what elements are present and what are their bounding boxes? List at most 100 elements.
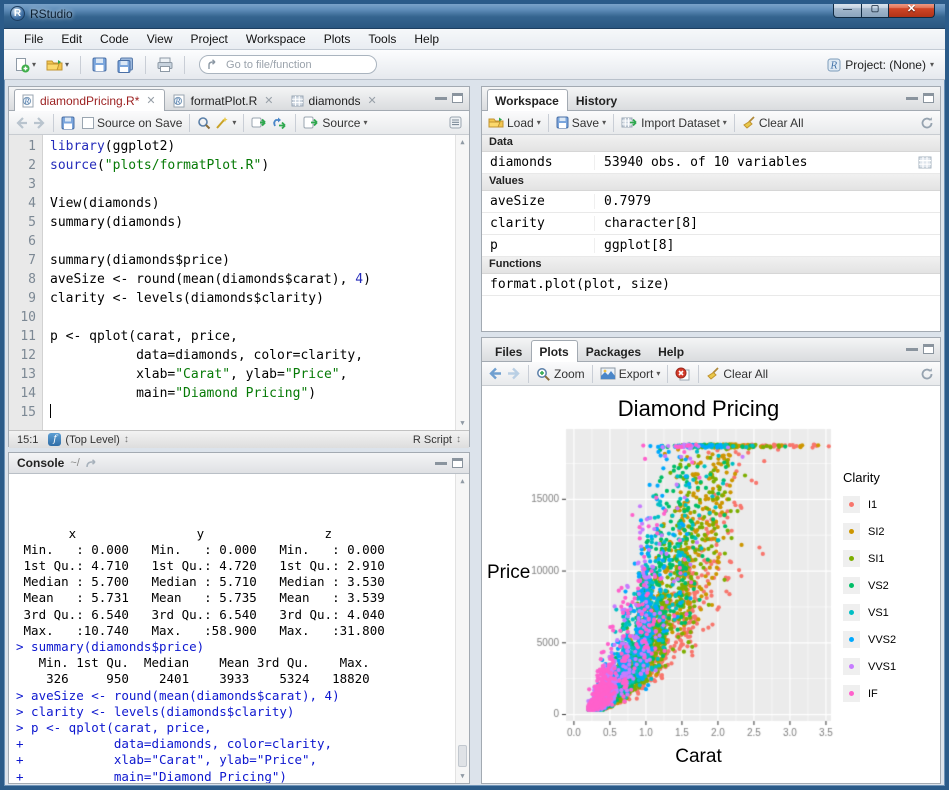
legend-label: IF [868, 688, 878, 700]
scroll-up-icon[interactable]: ▲ [456, 136, 469, 148]
workspace-object-format-plot[interactable]: format.plot(plot, size) [482, 274, 940, 296]
filetype-selector[interactable]: R Script ↕ [413, 434, 461, 446]
title-bar[interactable]: R RStudio — ▢ ✕ [0, 0, 949, 29]
remove-plot-icon[interactable] [675, 367, 691, 381]
import-dataset-button[interactable]: Import Dataset [641, 116, 720, 130]
chevron-down-icon: ▾ [930, 60, 934, 69]
code-line: p <- qplot(carat, price, [50, 327, 469, 346]
export-button[interactable]: Export [619, 367, 654, 381]
minimize-button[interactable]: — [833, 0, 862, 18]
clear-all-button[interactable]: Clear All [759, 116, 804, 130]
tab-formatplot[interactable]: R formatPlot.R ✕ [165, 89, 283, 111]
back-icon[interactable] [15, 117, 29, 129]
menu-item-project[interactable]: Project [182, 30, 237, 48]
pane-minimize-icon[interactable] [906, 347, 918, 351]
editor-scrollbar[interactable]: ▲ ▼ [455, 135, 469, 430]
open-in-window-icon[interactable] [86, 458, 99, 468]
scrollbar-thumb[interactable] [458, 745, 467, 767]
tab-plots[interactable]: Plots [531, 340, 577, 362]
next-plot-icon[interactable] [506, 367, 521, 380]
source-on-save-checkbox[interactable] [82, 117, 94, 129]
line-number-gutter: 123456789101112131415 [9, 135, 43, 430]
save-icon [92, 57, 107, 72]
close-button[interactable]: ✕ [889, 0, 935, 18]
pane-minimize-icon[interactable] [435, 461, 447, 465]
goto-file-search[interactable] [199, 55, 377, 74]
close-icon[interactable]: ✕ [368, 94, 377, 107]
open-file-button[interactable]: ▾ [43, 56, 72, 74]
print-button[interactable] [154, 55, 176, 74]
save-button[interactable]: Save [572, 116, 599, 130]
scroll-down-icon[interactable]: ▼ [456, 770, 469, 782]
scroll-up-icon[interactable]: ▲ [456, 475, 469, 487]
code-editor[interactable]: 123456789101112131415 library(ggplot2)so… [9, 135, 469, 430]
legend-item-vs2: VS2 [843, 572, 896, 599]
tab-history[interactable]: History [568, 89, 626, 111]
project-menu-button[interactable]: R Project: (None) ▾ [823, 56, 938, 74]
workspace-object-avesize[interactable]: aveSize 0.7979 [482, 191, 940, 213]
code-line: View(diamonds) [50, 194, 469, 213]
console-output[interactable]: ▲ ▼ x y z Min. : 0.000 Min. : 0.000 Min.… [9, 474, 469, 783]
plot-title: Diamond Pricing [566, 396, 831, 422]
save-icon[interactable] [61, 116, 75, 130]
menu-item-help[interactable]: Help [405, 30, 448, 48]
rerun-previous-icon[interactable] [271, 116, 288, 129]
menu-item-plots[interactable]: Plots [315, 30, 360, 48]
broom-icon [706, 367, 720, 380]
code-tools-wand-icon[interactable] [214, 116, 229, 130]
refresh-icon[interactable] [920, 367, 934, 381]
view-data-grid-icon[interactable] [918, 156, 932, 169]
tab-files[interactable]: Files [487, 340, 531, 362]
scroll-down-icon[interactable]: ▼ [456, 417, 469, 429]
find-icon[interactable] [197, 116, 211, 130]
code-line: aveSize <- round(mean(diamonds$carat), 4… [50, 270, 469, 289]
menu-item-edit[interactable]: Edit [52, 30, 91, 48]
pane-maximize-icon[interactable] [452, 458, 463, 468]
y-axis-label: Price [487, 562, 530, 584]
previous-plot-icon[interactable] [488, 367, 503, 380]
save-workspace-icon [556, 116, 569, 129]
clear-all-button[interactable]: Clear All [723, 367, 768, 381]
refresh-icon[interactable] [920, 116, 934, 130]
run-line-icon[interactable] [251, 116, 268, 129]
forward-icon[interactable] [32, 117, 46, 129]
save-button[interactable] [89, 55, 110, 74]
close-icon[interactable]: ✕ [146, 94, 155, 107]
object-name: clarity [482, 216, 595, 231]
console-output-line: 326 950 2401 3933 5324 18820 [16, 671, 449, 687]
console-output-line: 3rd Qu.: 6.540 3rd Qu.: 6.540 3rd Qu.: 4… [16, 607, 449, 623]
code-content[interactable]: library(ggplot2)source("plots/formatPlot… [43, 135, 469, 430]
menu-bar: FileEditCodeViewProjectWorkspacePlotsToo… [3, 29, 946, 50]
load-button[interactable]: Load [507, 116, 534, 130]
pane-maximize-icon[interactable] [452, 93, 463, 103]
pane-maximize-icon[interactable] [923, 93, 934, 103]
scope-selector[interactable]: f (Top Level) ↕ [48, 433, 128, 446]
menu-item-tools[interactable]: Tools [359, 30, 405, 48]
menu-item-code[interactable]: Code [91, 30, 138, 48]
legend-label: VVS2 [868, 634, 896, 646]
pane-minimize-icon[interactable] [906, 96, 918, 100]
tab-help[interactable]: Help [650, 340, 693, 362]
tab-diamondpricing[interactable]: R diamondPricing.R* ✕ [14, 89, 165, 111]
menu-item-workspace[interactable]: Workspace [237, 30, 315, 48]
source-file-icon[interactable] [303, 116, 319, 129]
source-button-label[interactable]: Source [322, 116, 360, 130]
menu-item-view[interactable]: View [138, 30, 182, 48]
workspace-object-p[interactable]: p ggplot[8] [482, 235, 940, 257]
tab-diamonds-data[interactable]: diamonds ✕ [283, 89, 386, 111]
goto-file-input[interactable] [224, 58, 364, 72]
menu-item-file[interactable]: File [15, 30, 52, 48]
console-scrollbar[interactable]: ▲ ▼ [455, 474, 469, 783]
close-icon[interactable]: ✕ [264, 94, 273, 107]
zoom-button[interactable]: Zoom [554, 367, 585, 381]
workspace-object-clarity[interactable]: clarity character[8] [482, 213, 940, 235]
pane-minimize-icon[interactable] [435, 96, 447, 100]
pane-maximize-icon[interactable] [923, 344, 934, 354]
workspace-object-diamonds[interactable]: diamonds 53940 obs. of 10 variables [482, 152, 940, 174]
tab-workspace[interactable]: Workspace [487, 89, 568, 111]
new-file-button[interactable]: ▾ [11, 55, 39, 75]
compile-notebook-icon[interactable] [448, 116, 463, 129]
maximize-button[interactable]: ▢ [862, 0, 889, 18]
save-all-button[interactable] [114, 55, 137, 75]
tab-packages[interactable]: Packages [578, 340, 650, 362]
